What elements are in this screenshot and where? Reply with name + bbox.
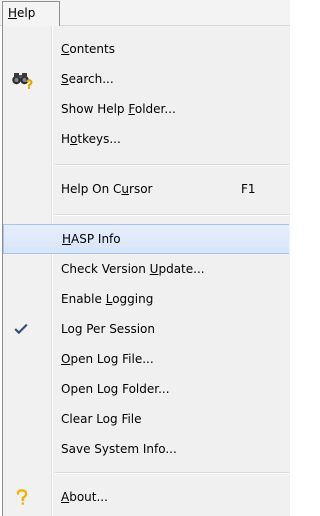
binoculars-icon [12,73,33,89]
menu-item-search[interactable]: Search... [3,64,289,94]
menu-item-show-help-folder[interactable]: Show Help Folder... [3,94,289,124]
menu-item-label: Contents [61,42,115,56]
menu-item-open-log-folder[interactable]: Open Log Folder... [3,374,289,404]
menu-item-label: Show Help Folder... [61,102,176,116]
menu-separator [55,472,289,474]
menu-item-label: HASP Info [62,232,121,246]
menubar: Help [0,0,290,27]
help-mnemonic: H [8,6,18,20]
question-mark-icon [16,489,28,505]
menu-item-label: Help On Cursor [61,182,153,196]
menu-item-label: Search... [61,72,114,86]
checkmark-icon [14,323,28,335]
menu-item-label: Enable Logging [61,292,154,306]
menu-item-contents[interactable]: Contents [3,34,289,64]
menu-item-enable-logging[interactable]: Enable Logging [3,284,289,314]
menu-item-label: Clear Log File [61,412,142,426]
menu-item-hotkeys[interactable]: Hotkeys... [3,124,289,154]
menu-item-log-per-session[interactable]: Log Per Session [3,314,289,344]
menu-item-label: Open Log Folder... [61,382,170,396]
menu-separator [55,164,289,166]
menu-item-save-system-info[interactable]: Save System Info... [3,434,289,464]
menu-separator [55,214,289,216]
menu-item-label: Open Log File... [61,352,154,366]
menu-item-help-on-cursor[interactable]: Help On Cursor F1 [3,174,289,204]
menubar-help[interactable]: Help [2,1,60,27]
menu-item-about[interactable]: About... [3,482,289,512]
menu-item-label: About... [61,490,108,504]
help-menu: Contents Search... Show Help Folder... H… [2,26,290,516]
menu-item-open-log-file[interactable]: Open Log File... [3,344,289,374]
menu-item-label: Check Version Update... [61,262,205,276]
menu-item-label: Log Per Session [61,322,155,336]
menu-item-hasp-info[interactable]: HASP Info [3,224,289,254]
menu-item-label: Hotkeys... [61,132,121,146]
menu-item-check-version-update[interactable]: Check Version Update... [3,254,289,284]
menu-item-clear-log-file[interactable]: Clear Log File [3,404,289,434]
shortcut-label: F1 [241,182,256,196]
menu-item-label: Save System Info... [61,442,177,456]
